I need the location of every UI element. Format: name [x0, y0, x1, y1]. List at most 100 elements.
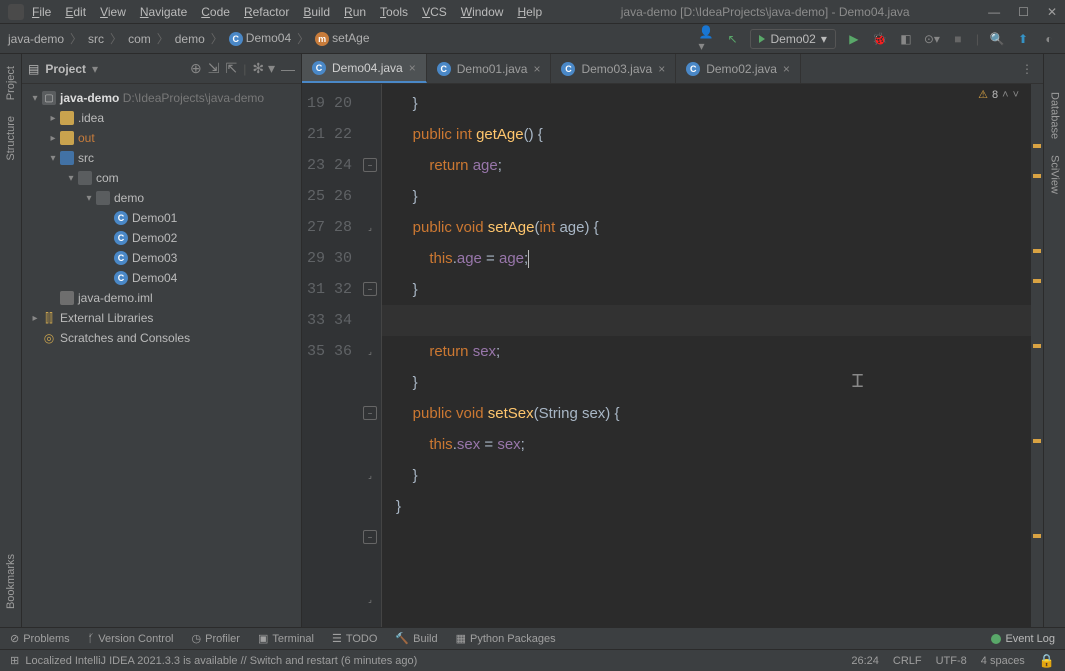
maximize-button[interactable]: ☐: [1018, 5, 1029, 19]
sync-icon[interactable]: ⬆: [1015, 31, 1031, 47]
crumb-method[interactable]: msetAge: [315, 31, 369, 46]
close-tab-icon[interactable]: ×: [409, 61, 416, 75]
settings-icon[interactable]: ✻ ▾: [252, 60, 275, 77]
status-windows-icon[interactable]: ⊞: [10, 654, 19, 667]
tree-idea[interactable]: ▸.idea: [22, 108, 301, 128]
fold-handle[interactable]: −: [363, 282, 377, 296]
crumb-demo[interactable]: demo: [175, 32, 205, 46]
crumb-com[interactable]: com: [128, 32, 151, 46]
menu-window[interactable]: Window: [461, 5, 504, 19]
tree-root[interactable]: ▾▢ java-demo D:\IdeaProjects\java-demo: [22, 88, 301, 108]
collapse-all-icon[interactable]: ⇱: [225, 60, 237, 77]
minimize-button[interactable]: —: [988, 5, 1000, 19]
profile-button[interactable]: ⊙▾: [924, 31, 940, 47]
expand-all-icon[interactable]: ⇲: [208, 60, 220, 77]
tool-event-log[interactable]: Event Log: [991, 633, 1055, 645]
fold-handle[interactable]: −: [363, 530, 377, 544]
status-indent[interactable]: 4 spaces: [981, 655, 1025, 667]
tree-class-demo04[interactable]: CDemo04: [22, 268, 301, 288]
fold-handle[interactable]: −: [363, 158, 377, 172]
menu-tools[interactable]: Tools: [380, 5, 408, 19]
search-icon[interactable]: 🔍: [989, 31, 1005, 47]
tab-sciview[interactable]: SciView: [1047, 147, 1063, 202]
scratches-icon: ◎: [42, 331, 56, 345]
library-icon: ⫿⫿: [42, 311, 56, 325]
tool-vcs[interactable]: ᚶ Version Control: [88, 633, 174, 645]
main-menu: File Edit View Navigate Code Refactor Build Run…: [32, 5, 542, 19]
tool-todo[interactable]: ☰ TODO: [332, 632, 377, 645]
tree-class-demo02[interactable]: CDemo02: [22, 228, 301, 248]
tab-database[interactable]: Database: [1047, 84, 1063, 147]
tool-build[interactable]: 🔨 Build: [395, 632, 437, 645]
ide-icon[interactable]: ◐: [1041, 31, 1057, 47]
user-icon[interactable]: 👤▾: [698, 31, 714, 47]
code-editor[interactable]: 19 20 21 22 23 24 25 26 27 28 29 30 31 3…: [302, 84, 1043, 627]
fold-end: ⌟: [363, 623, 377, 627]
tool-profiler[interactable]: ◷ Profiler: [192, 632, 240, 645]
menu-code[interactable]: Code: [201, 5, 230, 19]
tree-demo[interactable]: ▾demo: [22, 188, 301, 208]
editor-tab-demo03-java[interactable]: CDemo03.java×: [551, 54, 676, 83]
fold-end: ⌟: [363, 220, 377, 234]
tree-com[interactable]: ▾com: [22, 168, 301, 188]
coverage-button[interactable]: ◧: [898, 31, 914, 47]
readonly-lock-icon[interactable]: 🔒: [1039, 653, 1055, 669]
menu-refactor[interactable]: Refactor: [244, 5, 289, 19]
project-panel-header: ▤ Project ▾ ⊕ ⇲ ⇱ | ✻ ▾ —: [22, 54, 301, 84]
close-tab-icon[interactable]: ×: [658, 62, 665, 76]
close-button[interactable]: ✕: [1047, 5, 1057, 19]
menu-edit[interactable]: Edit: [65, 5, 86, 19]
line-number-gutter[interactable]: 19 20 21 22 23 24 25 26 27 28 29 30 31 3…: [302, 84, 360, 627]
fold-handle[interactable]: −: [363, 406, 377, 420]
menu-file[interactable]: File: [32, 5, 51, 19]
app-logo: [8, 4, 24, 20]
error-stripe[interactable]: [1031, 84, 1043, 627]
menu-build[interactable]: Build: [303, 5, 330, 19]
fold-gutter[interactable]: −⌟−⌟−⌟−⌟⌟: [360, 84, 382, 627]
tab-bookmarks[interactable]: Bookmarks: [3, 546, 19, 617]
menu-help[interactable]: Help: [517, 5, 542, 19]
tree-src[interactable]: ▾src: [22, 148, 301, 168]
crumb-project[interactable]: java-demo: [8, 32, 64, 46]
run-button[interactable]: ▶: [846, 31, 862, 47]
tree-out[interactable]: ▸out: [22, 128, 301, 148]
back-icon[interactable]: ↖: [724, 31, 740, 47]
tool-problems[interactable]: ⊘ Problems: [10, 632, 70, 645]
status-caret-pos[interactable]: 26:24: [851, 655, 879, 667]
status-encoding[interactable]: UTF-8: [936, 655, 967, 667]
menu-navigate[interactable]: Navigate: [140, 5, 187, 19]
left-tool-gutter: Project Structure Bookmarks: [0, 54, 22, 627]
menu-view[interactable]: View: [100, 5, 126, 19]
code-content[interactable]: } public int getAge() { return age; } pu…: [382, 84, 1031, 627]
editor-tab-demo01-java[interactable]: CDemo01.java×: [427, 54, 552, 83]
tree-scratches[interactable]: ◎Scratches and Consoles: [22, 328, 301, 348]
stop-button[interactable]: ■: [950, 31, 966, 47]
hide-panel-icon[interactable]: —: [281, 61, 295, 77]
tree-ext-libs[interactable]: ▸⫿⫿External Libraries: [22, 308, 301, 328]
tab-structure[interactable]: Structure: [3, 108, 19, 169]
package-icon: [96, 191, 110, 205]
tool-python[interactable]: ▦ Python Packages: [456, 632, 556, 645]
crumb-src[interactable]: src: [88, 32, 104, 46]
tree-class-demo03[interactable]: CDemo03: [22, 248, 301, 268]
menu-run[interactable]: Run: [344, 5, 366, 19]
editor-tab-demo04-java[interactable]: CDemo04.java×: [302, 54, 427, 83]
select-opened-icon[interactable]: ⊕: [190, 60, 202, 77]
status-line-sep[interactable]: CRLF: [893, 655, 922, 667]
project-panel-title[interactable]: Project: [45, 62, 86, 76]
tree-class-demo01[interactable]: CDemo01: [22, 208, 301, 228]
close-tab-icon[interactable]: ×: [783, 62, 790, 76]
tabs-menu-icon[interactable]: ⋮: [1011, 54, 1043, 83]
tree-iml[interactable]: java-demo.iml: [22, 288, 301, 308]
debug-button[interactable]: 🐞: [872, 31, 888, 47]
source-folder-icon: [60, 151, 74, 165]
editor-tab-demo02-java[interactable]: CDemo02.java×: [676, 54, 801, 83]
tool-terminal[interactable]: ▣ Terminal: [258, 632, 314, 645]
menu-vcs[interactable]: VCS: [422, 5, 447, 19]
window-title: java-demo [D:\IdeaProjects\java-demo] - …: [542, 5, 988, 19]
close-tab-icon[interactable]: ×: [533, 62, 540, 76]
tab-project[interactable]: Project: [3, 58, 19, 108]
crumb-class[interactable]: CDemo04: [229, 31, 291, 46]
run-config-select[interactable]: Demo02 ▾: [750, 29, 835, 49]
status-message[interactable]: Localized IntelliJ IDEA 2021.3.3 is avai…: [25, 655, 417, 667]
